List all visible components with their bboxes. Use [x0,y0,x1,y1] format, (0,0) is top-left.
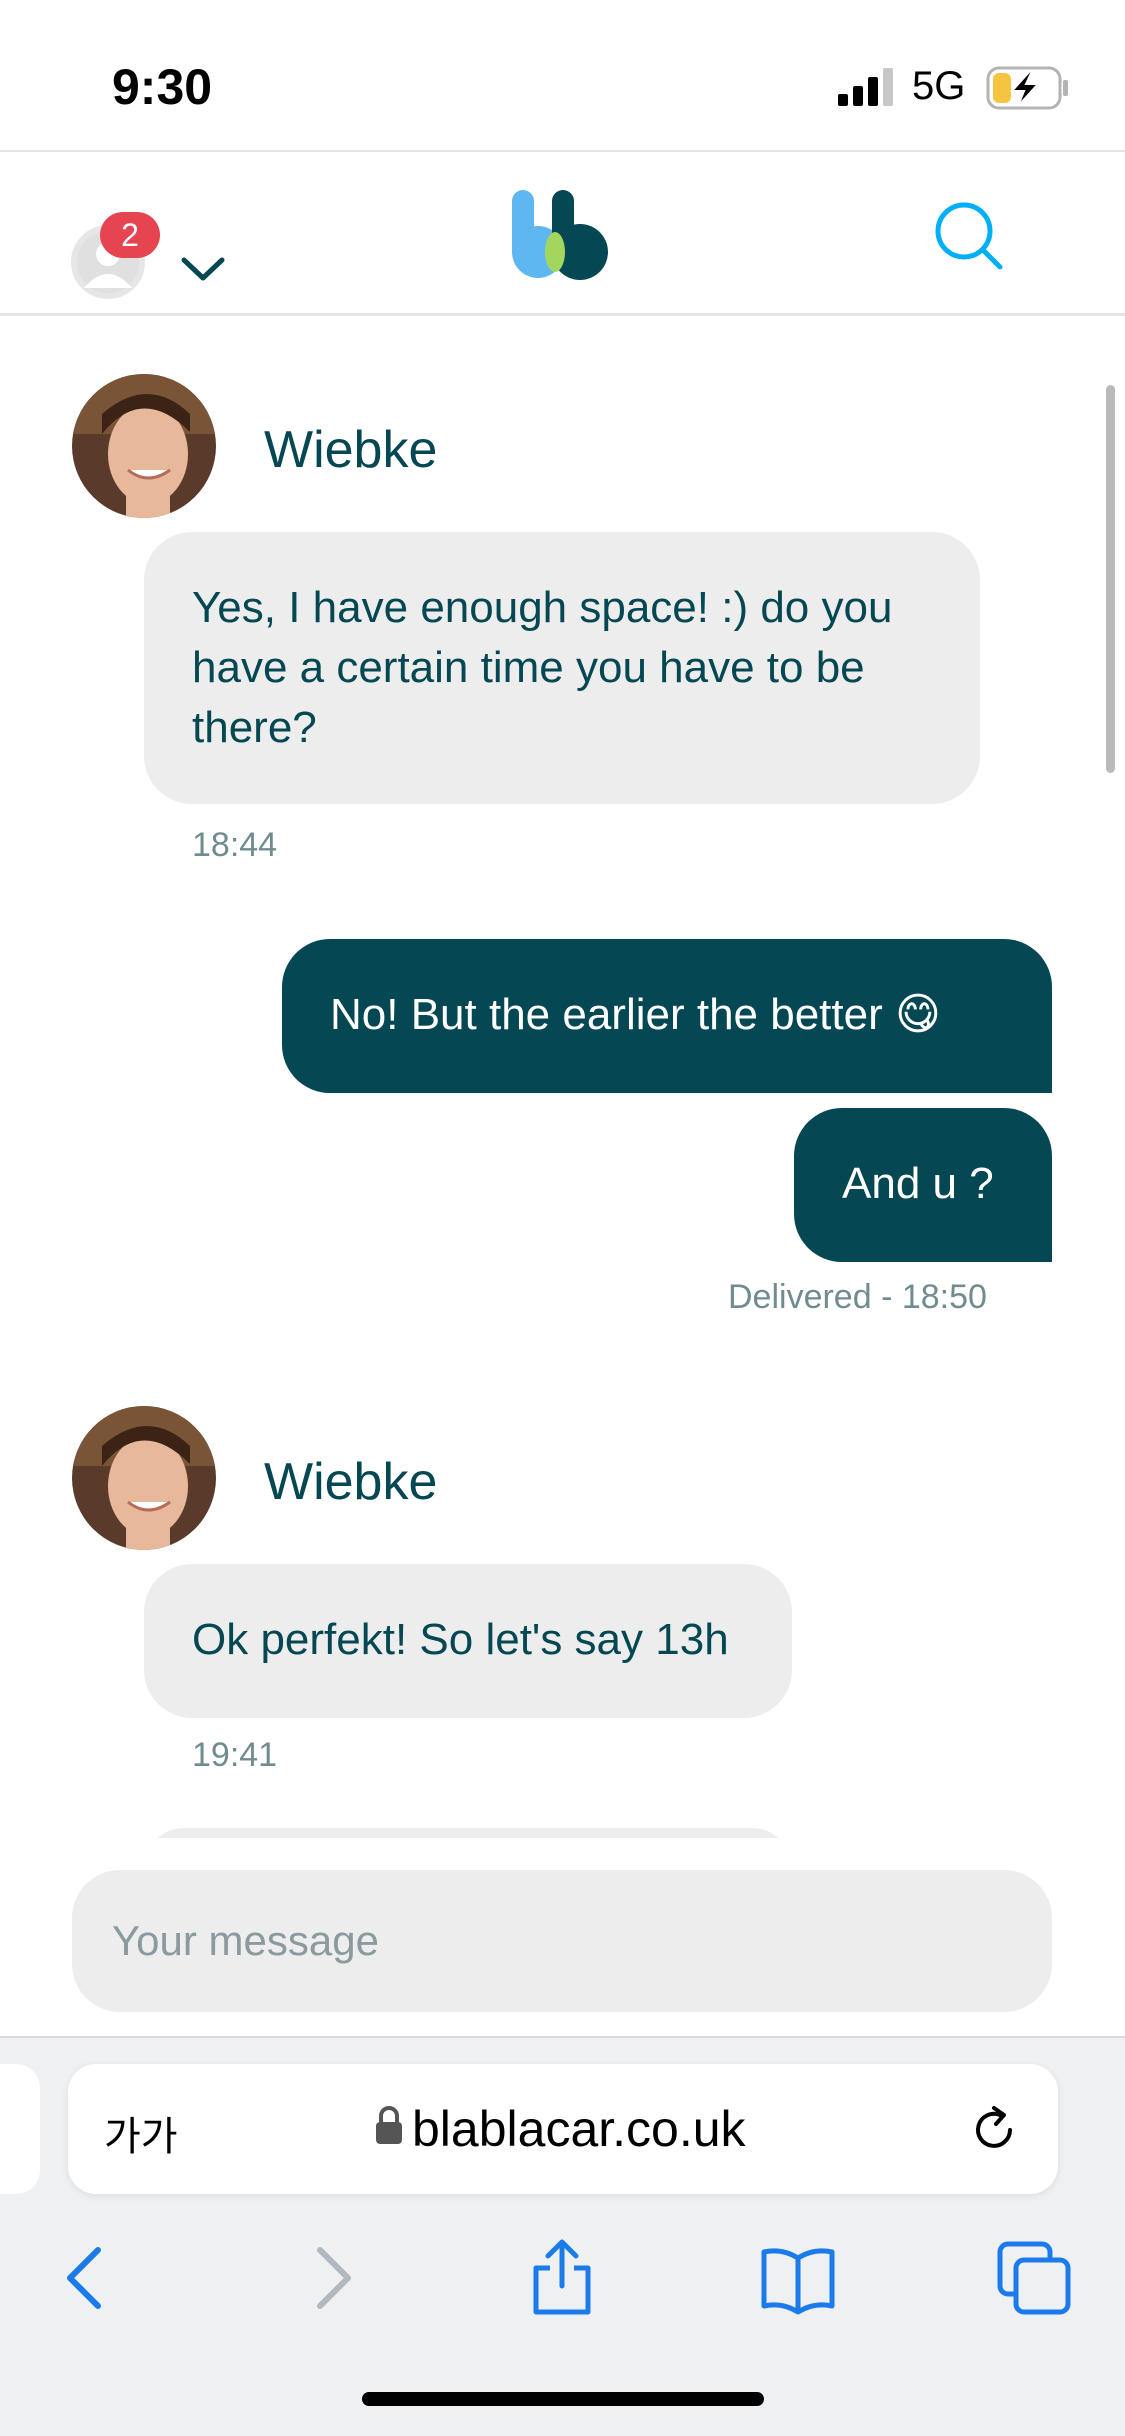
status-bar: 9:30 5G [0,0,1125,150]
outgoing-message: No! But the earlier the better 😋 [282,939,1052,1093]
message-composer [0,1838,1125,2038]
browser-toolbar: 가가 blablacar.co.uk [0,2036,1125,2436]
status-time: 9:30 [112,59,213,115]
lock-icon [376,2106,402,2144]
search-icon[interactable] [930,197,1010,277]
home-indicator[interactable] [362,2392,764,2406]
cellular-signal-icon [838,68,893,106]
network-type: 5G [912,64,966,108]
text-size-button[interactable]: 가가 [104,2104,178,2162]
sender-avatar [72,374,216,518]
outgoing-message: And u ? [794,1108,1052,1262]
chevron-down-icon [181,257,225,281]
reload-icon[interactable] [966,2102,1022,2158]
profile-menu-button[interactable]: 2 [70,184,260,299]
sender-name: Wiebke [264,421,438,479]
page-scrollbar[interactable] [1106,385,1115,773]
message-time: 18:44 [192,826,278,864]
blablacar-logo [512,190,608,280]
tabs-icon[interactable] [994,2238,1074,2318]
bookmarks-icon[interactable] [758,2238,838,2318]
app-header: 2 [0,150,1125,316]
message-input[interactable] [72,1870,1052,2012]
person-photo [72,374,216,518]
message-time: 19:41 [192,1736,278,1774]
person-photo [72,1406,216,1550]
previous-tab-edge[interactable] [0,2064,40,2194]
address-bar[interactable]: 가가 blablacar.co.uk [68,2064,1058,2194]
url-text[interactable]: blablacar.co.uk [412,2100,746,2158]
back-icon[interactable] [48,2238,128,2318]
incoming-message: Yes, I have enough space! :) do you have… [144,532,980,804]
incoming-message: Ok perfekt! So let's say 13h [144,1564,792,1718]
sender-name: Wiebke [264,1453,438,1511]
notification-badge: 2 [100,212,160,258]
sender-avatar [72,1406,216,1550]
delivery-status: Delivered - 18:50 [728,1278,987,1316]
share-icon[interactable] [522,2238,602,2318]
battery-charging-icon [986,66,1068,110]
forward-icon[interactable] [290,2238,370,2318]
